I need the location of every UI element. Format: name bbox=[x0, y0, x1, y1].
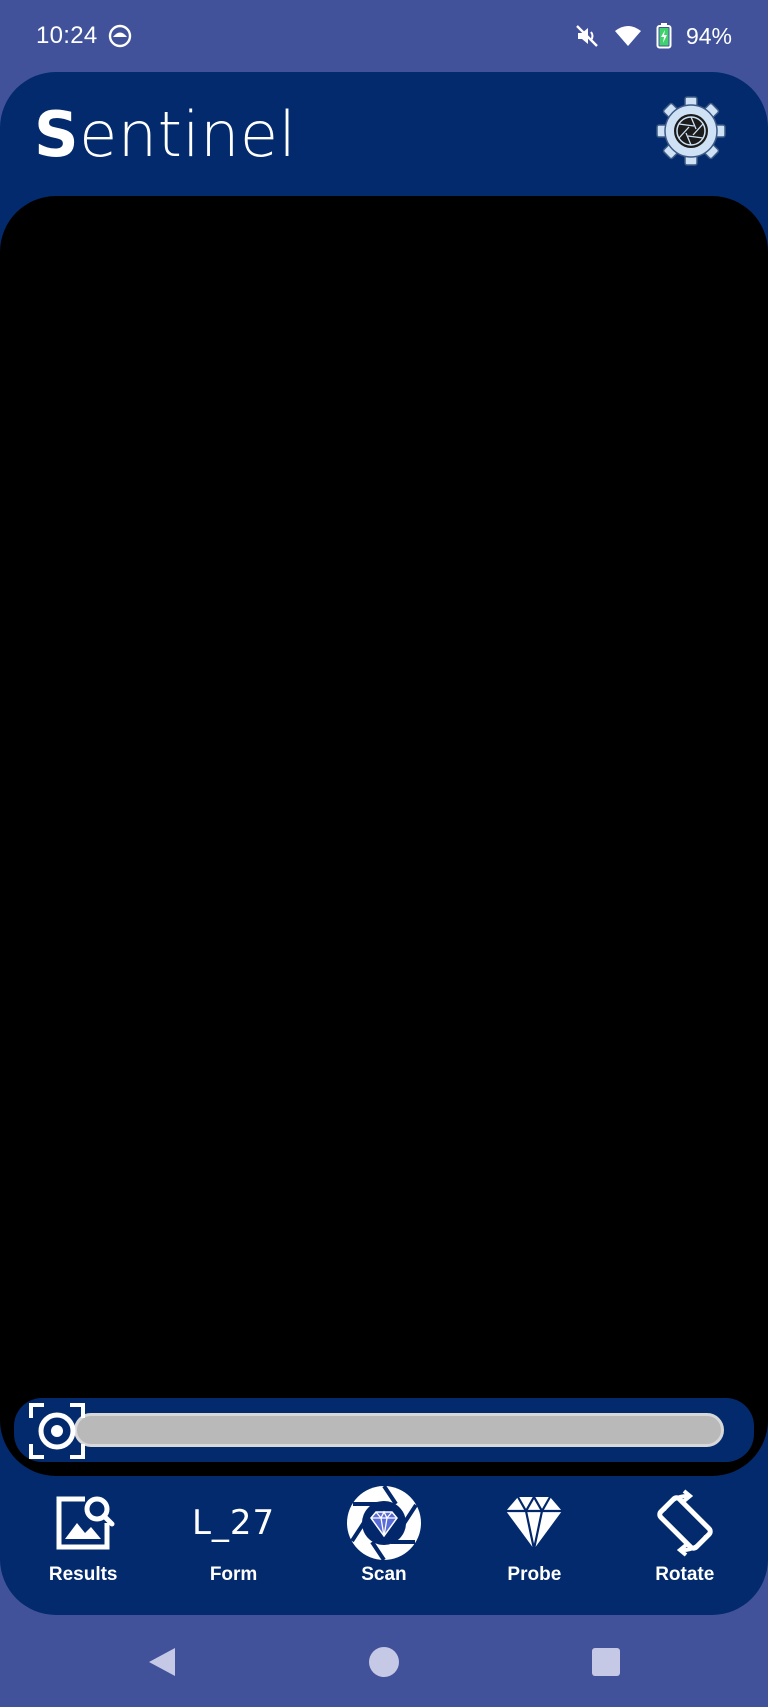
nav-scan-label: Scan bbox=[361, 1564, 407, 1585]
form-code: L_27 bbox=[191, 1503, 276, 1543]
status-left: 10:24 bbox=[36, 22, 132, 50]
diamond-icon bbox=[495, 1484, 573, 1562]
nav-rotate-label: Rotate bbox=[655, 1564, 715, 1585]
focus-icon[interactable] bbox=[28, 1402, 86, 1460]
app-header: Sentinel bbox=[0, 72, 768, 196]
recents-icon[interactable] bbox=[589, 1645, 623, 1679]
nav-probe-label: Probe bbox=[507, 1564, 562, 1585]
scan-shutter-icon bbox=[345, 1484, 423, 1562]
back-icon[interactable] bbox=[145, 1645, 179, 1679]
app-title-rest: entinel bbox=[79, 98, 297, 171]
app-title-first-letter: S bbox=[34, 98, 80, 171]
zoom-panel bbox=[14, 1398, 754, 1462]
home-icon[interactable] bbox=[367, 1645, 401, 1679]
nav-rotate[interactable]: Rotate bbox=[615, 1484, 755, 1604]
screen-rotation-icon bbox=[646, 1484, 724, 1562]
battery-percent: 94% bbox=[685, 22, 732, 49]
android-head-icon bbox=[108, 24, 132, 48]
nav-form[interactable]: L_27 Form bbox=[164, 1484, 304, 1604]
bottom-nav: Results L_27 Form Scan Probe Rotate bbox=[0, 1484, 768, 1604]
app-title: Sentinel bbox=[34, 98, 296, 171]
settings-button[interactable] bbox=[656, 95, 726, 171]
nav-scan[interactable]: Scan bbox=[314, 1484, 454, 1604]
nav-probe[interactable]: Probe bbox=[464, 1484, 604, 1604]
gear-shutter-icon bbox=[656, 95, 726, 171]
system-nav bbox=[0, 1615, 768, 1707]
zoom-slider[interactable] bbox=[74, 1413, 724, 1447]
battery-charging-icon bbox=[656, 23, 672, 49]
status-time: 10:24 bbox=[36, 22, 98, 49]
nav-form-label: Form bbox=[209, 1564, 258, 1585]
status-bar: 10:24 94% bbox=[0, 0, 768, 72]
status-right: 94% bbox=[574, 23, 732, 50]
app-card: Sentinel Results L_27 Form Scan Probe Ro… bbox=[0, 72, 768, 1615]
nav-results-label: Results bbox=[48, 1564, 118, 1585]
camera-viewport[interactable] bbox=[0, 196, 768, 1476]
nav-results[interactable]: Results bbox=[13, 1484, 153, 1604]
image-search-icon bbox=[44, 1484, 122, 1562]
mute-icon bbox=[574, 23, 600, 49]
wifi-icon bbox=[614, 24, 642, 48]
